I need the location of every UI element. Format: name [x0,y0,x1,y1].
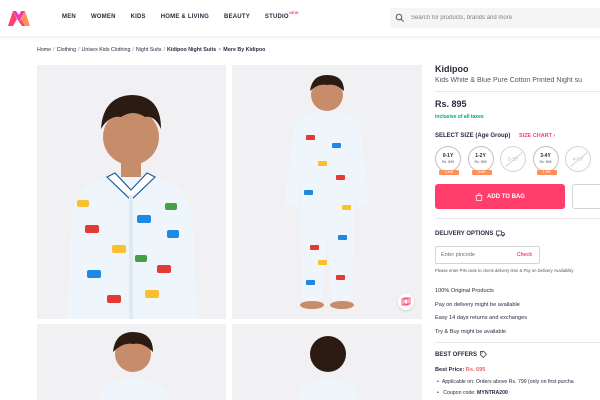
kid-side-illustration [37,324,226,400]
breadcrumb-arrow: > [218,47,222,53]
breadcrumb-more-by-brand[interactable]: More By Kidipoo [223,47,265,53]
size-option-2-3y: 2-3Y [500,146,526,172]
product-brand[interactable]: Kidipoo [435,64,600,74]
search-icon [395,13,404,22]
nav-studio[interactable]: STUDIO NEW [264,10,299,20]
best-offers-label: BEST OFFERS [435,351,478,358]
size-option-4-5y: 4-5Y [565,146,591,172]
size-options: 0-1Y Rs. 895 4 left 1-2Y Rs. 895 3 left … [435,146,598,175]
size-price: Rs. 895 [539,160,552,164]
list-item: Easy 14 days returns and exchanges [435,315,528,321]
kid-back-illustration [232,324,422,400]
breadcrumb-clothing[interactable]: Clothing [57,47,76,53]
product-image-3[interactable] [37,324,226,400]
list-item: Try & Buy might be available [435,328,506,335]
nav-women[interactable]: WOMEN [91,14,116,20]
nav-kids[interactable]: KIDS [131,14,146,20]
delivery-heading-label: DELIVERY OPTIONS [435,230,494,237]
stock-left-badge: 4 left [439,170,459,175]
size-label: 0-1Y [442,153,454,159]
best-price-value: Rs. 695 [465,367,486,373]
wishlist-button[interactable] [572,184,600,209]
delivery-options-heading: DELIVERY OPTIONS [435,230,506,237]
size-label: 3-4Y [540,153,551,159]
breadcrumb-separator: / [132,47,134,53]
list-item: 100% Original Products [435,288,494,294]
tax-note: inclusive of all taxes [435,114,484,120]
size-chart-label: SIZE CHART [519,133,552,139]
size-option-1-2y[interactable]: 1-2Y Rs. 895 3 left [467,146,494,175]
offer-condition: Applicable on: Orders above Rs. 799 (onl… [437,379,574,385]
check-pincode-button[interactable]: Check [517,252,532,258]
size-option-3-4y[interactable]: 3-4Y Rs. 895 1 left [532,146,559,175]
product-image-2[interactable] [232,65,422,319]
best-price-label: Best Price: [435,367,465,373]
product-price: Rs. 895 [435,99,467,109]
divider [435,342,600,343]
nav-beauty[interactable]: BEAUTY [224,14,250,20]
breadcrumb-separator: / [53,47,55,53]
size-chart-link[interactable]: SIZE CHART › [519,133,555,139]
add-to-bag-label: ADD TO BAG [487,193,525,200]
chevron-right-icon: › [553,133,556,139]
tag-icon [480,351,488,358]
breadcrumb-unisex-kids[interactable]: Unisex Kids Clothing [82,47,131,53]
pincode-box: Check [435,246,540,264]
search-bar[interactable] [390,8,600,28]
breadcrumb-night-suits[interactable]: Night Suits [136,47,162,53]
breadcrumb-separator: / [78,47,80,53]
divider [435,218,600,219]
view-similar-button[interactable] [398,294,414,310]
coupon-label: Coupon code: [443,390,476,396]
add-to-bag-button[interactable]: ADD TO BAG [435,184,565,209]
search-input[interactable] [411,8,596,28]
nav-men[interactable]: MEN [62,14,76,20]
size-label: 1-2Y [475,153,486,159]
pincode-input[interactable] [441,247,511,263]
main-nav: MEN WOMEN KIDS HOME & LIVING BEAUTY STUD… [62,10,304,20]
list-item: Pay on delivery might be available [435,301,520,308]
offer-coupon: Coupon code: MYNTRA200 [437,390,508,396]
breadcrumb: Home / Clothing / Unisex Kids Clothing / Ni… [37,47,265,53]
stock-left-badge: 3 left [471,170,492,175]
product-image-4[interactable] [232,324,422,400]
breadcrumb-current: Kidipoo Night Suits [167,47,217,53]
bag-icon [475,192,483,201]
size-label: 4-5Y [572,157,584,163]
size-option-0-1y[interactable]: 0-1Y Rs. 895 4 left [435,146,461,175]
size-price: Rs. 895 [441,160,455,164]
product-name: Kids White & Blue Pure Cotton Printed Ni… [435,77,583,84]
product-assurances: 100% Original Products Pay on delivery m… [435,285,527,339]
top-header: MEN WOMEN KIDS HOME & LIVING BEAUTY STUD… [0,0,600,36]
nav-home-living[interactable]: HOME & LIVING [161,14,209,20]
size-price: Rs. 895 [474,160,487,164]
truck-icon [496,230,506,237]
stock-left-badge: 1 left [536,170,557,175]
size-label: 2-3Y [507,157,519,163]
new-badge: NEW [288,10,299,15]
coupon-code: MYNTRA200 [477,390,508,396]
product-image-1[interactable] [37,65,226,319]
pincode-note: Please enter PIN code to check delivery … [435,268,574,273]
myntra-logo[interactable] [7,8,31,28]
kid-standing-illustration [232,65,422,319]
product-title-block: Kidipoo Kids White & Blue Pure Cotton Pr… [435,64,600,84]
breadcrumb-home[interactable]: Home [37,47,51,53]
breadcrumb-separator: / [163,47,166,53]
similar-icon [401,297,411,306]
select-size-heading: SELECT SIZE (Age Group) [435,133,511,139]
best-offers-heading: BEST OFFERS [435,351,488,358]
divider [435,91,600,92]
best-price: Best Price: Rs. 695 [435,367,485,373]
nav-studio-label: STUDIO [264,14,289,20]
kid-portrait-illustration [37,65,226,319]
